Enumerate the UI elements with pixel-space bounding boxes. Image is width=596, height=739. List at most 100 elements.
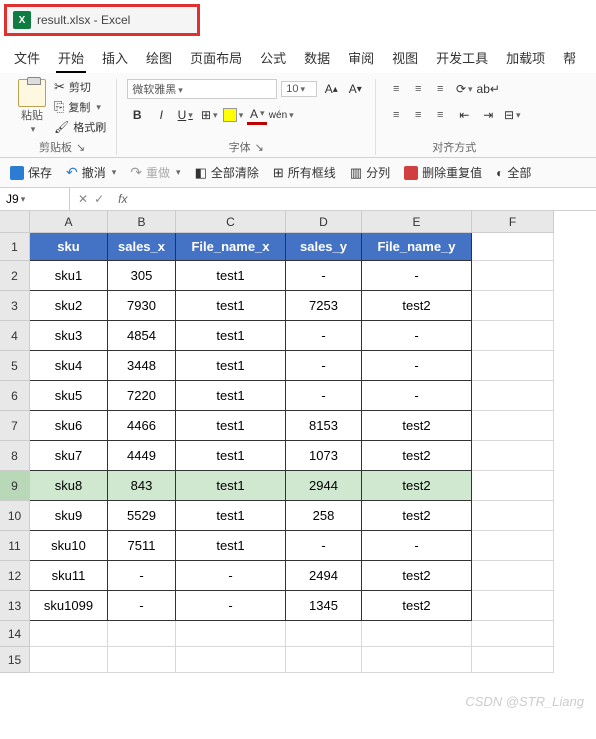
col-header-C[interactable]: C <box>176 211 286 233</box>
cell[interactable] <box>286 647 362 673</box>
cell[interactable]: sku10 <box>30 531 108 561</box>
cell[interactable]: test2 <box>362 441 472 471</box>
cell[interactable] <box>472 351 554 381</box>
name-box[interactable]: J9 <box>0 188 70 210</box>
fill-color-button[interactable] <box>223 105 243 125</box>
cell[interactable]: - <box>286 321 362 351</box>
cell[interactable]: sku <box>30 233 108 261</box>
row-header[interactable]: 12 <box>0 561 30 591</box>
row-header[interactable]: 14 <box>0 621 30 647</box>
cell[interactable] <box>108 621 176 647</box>
cell[interactable]: test1 <box>176 411 286 441</box>
align-middle-button[interactable]: ≡ <box>408 80 428 98</box>
cell[interactable]: File_name_y <box>362 233 472 261</box>
cell[interactable]: - <box>176 561 286 591</box>
copy-button[interactable]: 复制 <box>54 99 106 115</box>
row-header[interactable]: 10 <box>0 501 30 531</box>
enter-icon[interactable]: ✓ <box>94 192 104 206</box>
all-button[interactable]: ◐ 全部 <box>496 164 531 181</box>
cell[interactable] <box>176 621 286 647</box>
align-center-button[interactable]: ≡ <box>408 106 428 124</box>
cell[interactable] <box>30 647 108 673</box>
cell[interactable]: 5529 <box>108 501 176 531</box>
cell[interactable] <box>472 441 554 471</box>
tab-审阅[interactable]: 审阅 <box>346 44 376 73</box>
cell[interactable]: sku8 <box>30 471 108 501</box>
cell[interactable] <box>472 621 554 647</box>
font-color-button[interactable]: A <box>247 105 267 125</box>
cell[interactable] <box>472 321 554 351</box>
decrease-font-button[interactable]: A▾ <box>345 79 365 99</box>
cell[interactable] <box>472 411 554 441</box>
chevron-down-icon[interactable] <box>29 123 36 135</box>
increase-indent-button[interactable]: ⇥ <box>478 105 498 125</box>
cell[interactable]: 4854 <box>108 321 176 351</box>
remove-duplicates-button[interactable]: 删除重复值 <box>404 164 482 181</box>
cell[interactable]: test1 <box>176 501 286 531</box>
cell[interactable]: 258 <box>286 501 362 531</box>
cell[interactable]: sales_y <box>286 233 362 261</box>
cell[interactable]: sku5 <box>30 381 108 411</box>
save-button[interactable]: 保存 <box>10 164 52 181</box>
cell[interactable] <box>176 647 286 673</box>
phonetic-button[interactable]: wén <box>271 105 291 125</box>
cell[interactable]: - <box>286 351 362 381</box>
cell[interactable]: test2 <box>362 471 472 501</box>
tab-开发工具[interactable]: 开发工具 <box>434 44 490 73</box>
align-bottom-button[interactable]: ≡ <box>430 80 450 98</box>
cell[interactable]: - <box>176 591 286 621</box>
border-button[interactable] <box>199 105 219 125</box>
cell[interactable]: - <box>286 381 362 411</box>
cell[interactable]: sku11 <box>30 561 108 591</box>
cell[interactable]: 1073 <box>286 441 362 471</box>
cell[interactable]: - <box>362 531 472 561</box>
row-header[interactable]: 1 <box>0 233 30 261</box>
col-header-F[interactable]: F <box>472 211 554 233</box>
clear-all-button[interactable]: 全部清除 <box>195 164 259 181</box>
cell[interactable]: test2 <box>362 561 472 591</box>
cell[interactable]: sku1 <box>30 261 108 291</box>
cell[interactable]: test2 <box>362 291 472 321</box>
row-header[interactable]: 5 <box>0 351 30 381</box>
cell[interactable]: sku6 <box>30 411 108 441</box>
tab-开始[interactable]: 开始 <box>56 44 86 73</box>
cell[interactable]: - <box>286 261 362 291</box>
cell[interactable]: 4449 <box>108 441 176 471</box>
redo-button[interactable]: 重做 <box>130 164 180 181</box>
cell[interactable]: - <box>286 531 362 561</box>
tab-绘图[interactable]: 绘图 <box>144 44 174 73</box>
row-header[interactable]: 7 <box>0 411 30 441</box>
undo-button[interactable]: 撤消 <box>66 164 116 181</box>
cell[interactable]: sku9 <box>30 501 108 531</box>
cell[interactable]: sku3 <box>30 321 108 351</box>
format-painter-button[interactable]: 格式刷 <box>54 119 106 135</box>
cell[interactable] <box>472 561 554 591</box>
cell[interactable] <box>472 381 554 411</box>
cell[interactable]: 2944 <box>286 471 362 501</box>
cell[interactable]: - <box>108 561 176 591</box>
row-header[interactable]: 3 <box>0 291 30 321</box>
increase-font-button[interactable]: A▴ <box>321 79 341 99</box>
align-top-button[interactable]: ≡ <box>386 80 406 98</box>
dialog-launcher-icon[interactable]: ↘ <box>76 141 85 154</box>
cell[interactable]: 7511 <box>108 531 176 561</box>
cell[interactable]: 305 <box>108 261 176 291</box>
italic-button[interactable]: I <box>151 105 171 125</box>
cell[interactable] <box>362 621 472 647</box>
row-header[interactable]: 2 <box>0 261 30 291</box>
align-left-button[interactable]: ≡ <box>386 106 406 124</box>
cell[interactable]: 7220 <box>108 381 176 411</box>
cell[interactable]: test2 <box>362 411 472 441</box>
cell[interactable]: sales_x <box>108 233 176 261</box>
font-name-select[interactable]: 微软雅黑 <box>127 79 277 99</box>
cell[interactable]: test1 <box>176 351 286 381</box>
row-header[interactable]: 9 <box>0 471 30 501</box>
col-header-E[interactable]: E <box>362 211 472 233</box>
cell[interactable]: 3448 <box>108 351 176 381</box>
cell[interactable] <box>472 291 554 321</box>
tab-页面布局[interactable]: 页面布局 <box>188 44 244 73</box>
cell[interactable]: 2494 <box>286 561 362 591</box>
orientation-button[interactable]: ⟳ <box>454 79 474 99</box>
row-header[interactable]: 4 <box>0 321 30 351</box>
cell[interactable]: test1 <box>176 321 286 351</box>
